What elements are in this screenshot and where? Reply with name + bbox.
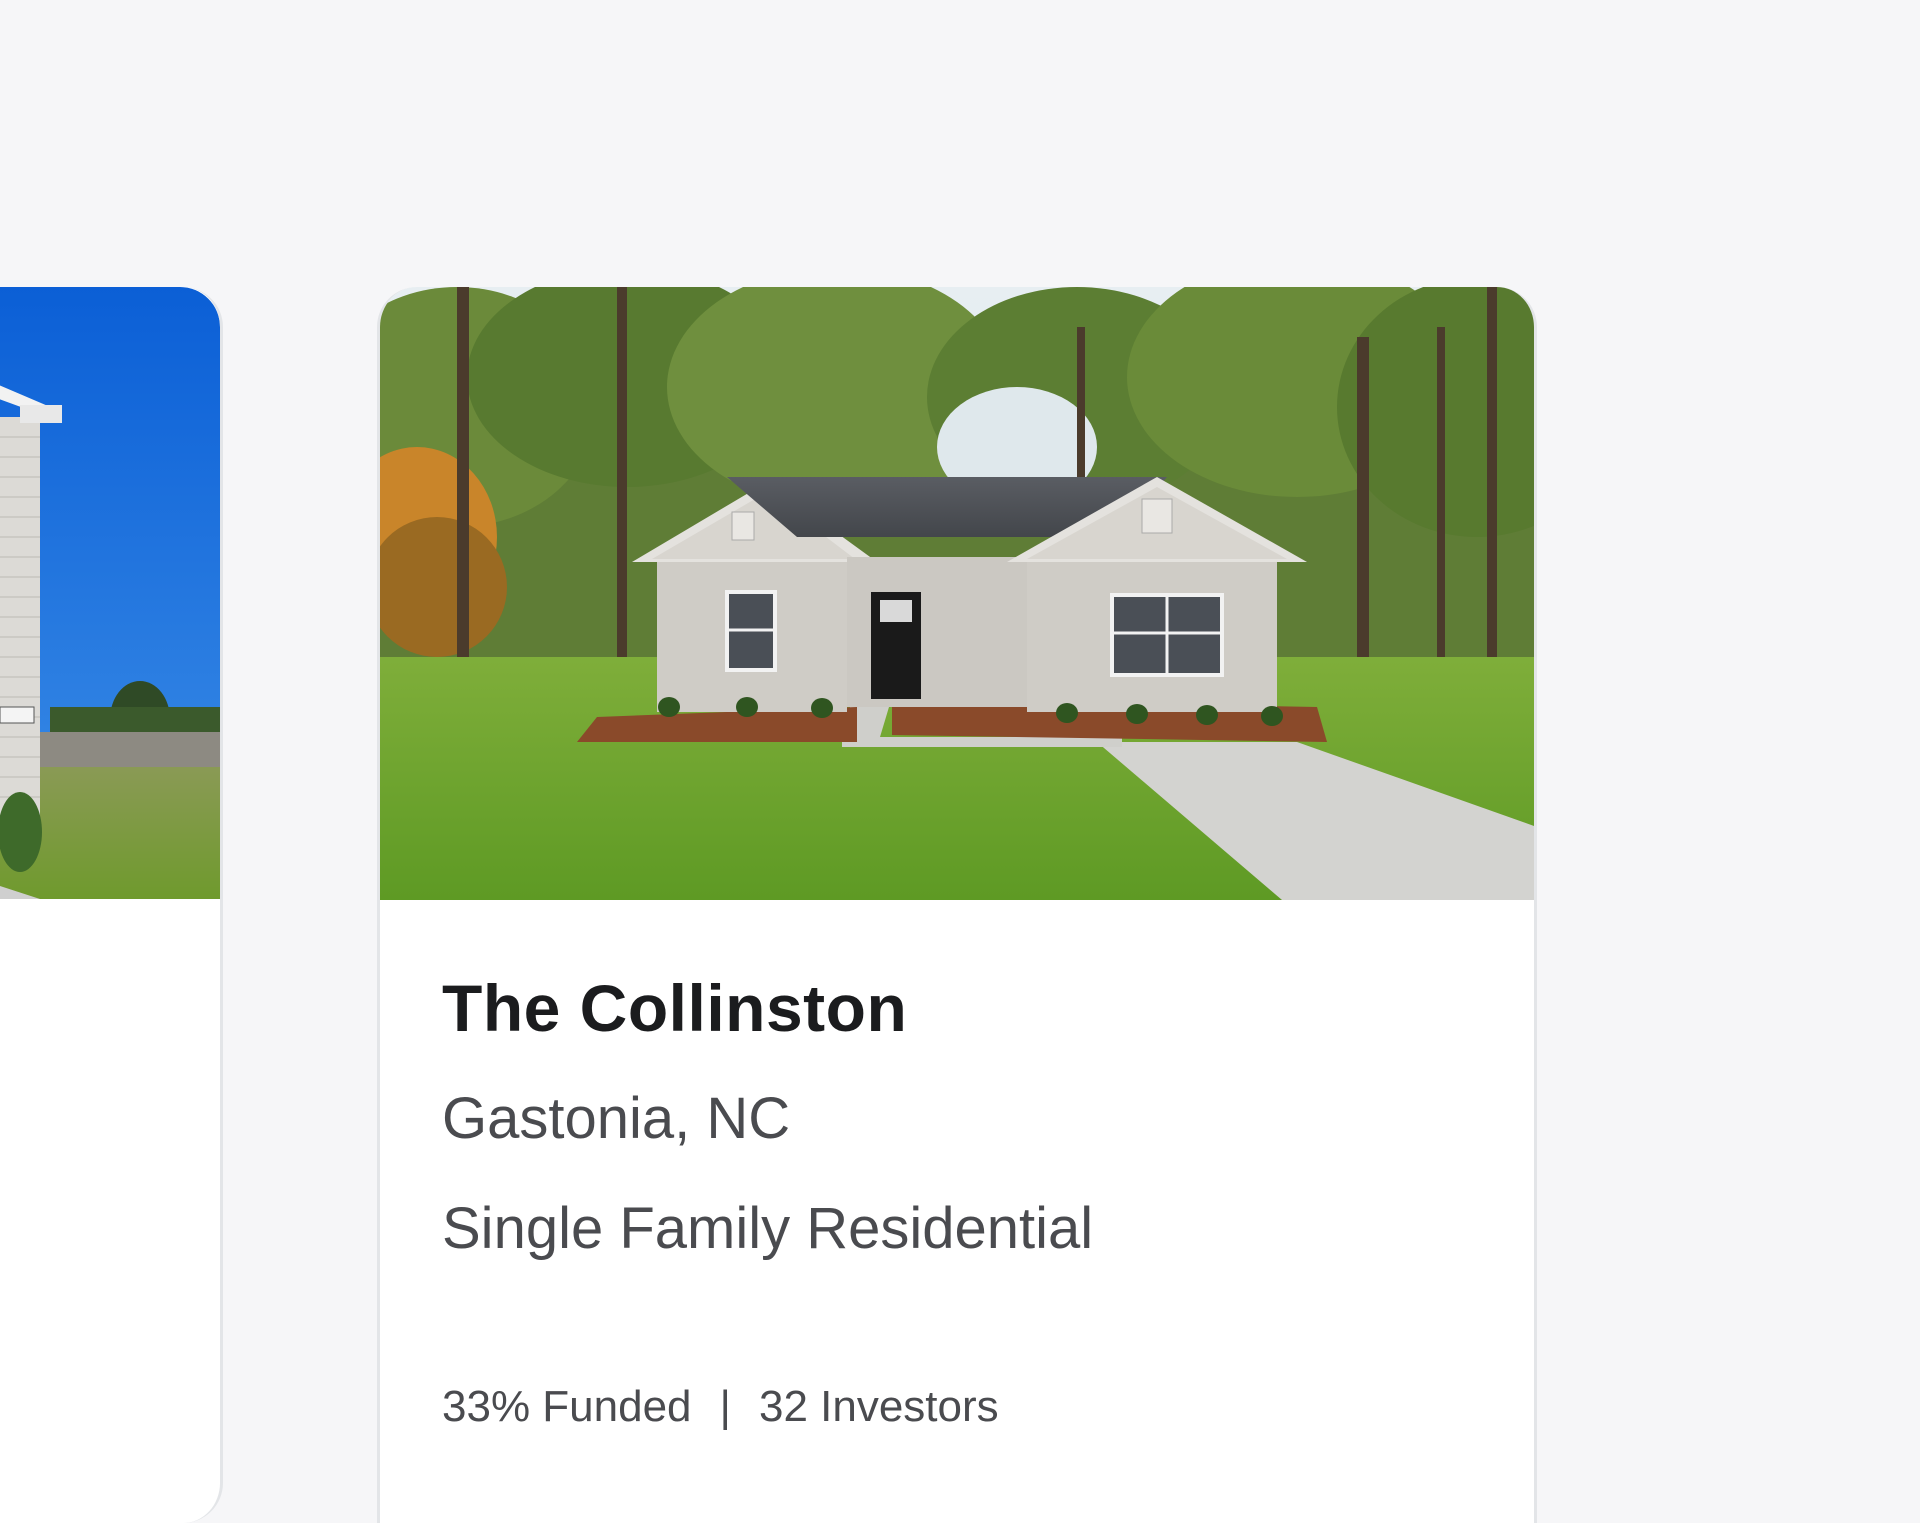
funding-stats: 33% Funded | 32 Investors xyxy=(442,1382,999,1432)
property-card-previous[interactable] xyxy=(0,287,223,1523)
property-photo[interactable] xyxy=(380,287,1534,900)
stats-separator: | xyxy=(719,1382,731,1431)
property-location: Gastonia, NC xyxy=(442,1086,791,1151)
investor-count: 32 Investors xyxy=(758,1382,999,1431)
property-type: Single Family Residential xyxy=(442,1196,1094,1261)
property-card[interactable]: The Collinston Gastonia, NC Single Famil… xyxy=(377,287,1537,1523)
property-title[interactable]: The Collinston xyxy=(442,970,907,1046)
property-carousel: The Collinston Gastonia, NC Single Famil… xyxy=(0,0,1920,1523)
funded-percentage: 33% Funded xyxy=(442,1382,692,1431)
property-photo-previous[interactable] xyxy=(0,287,220,899)
